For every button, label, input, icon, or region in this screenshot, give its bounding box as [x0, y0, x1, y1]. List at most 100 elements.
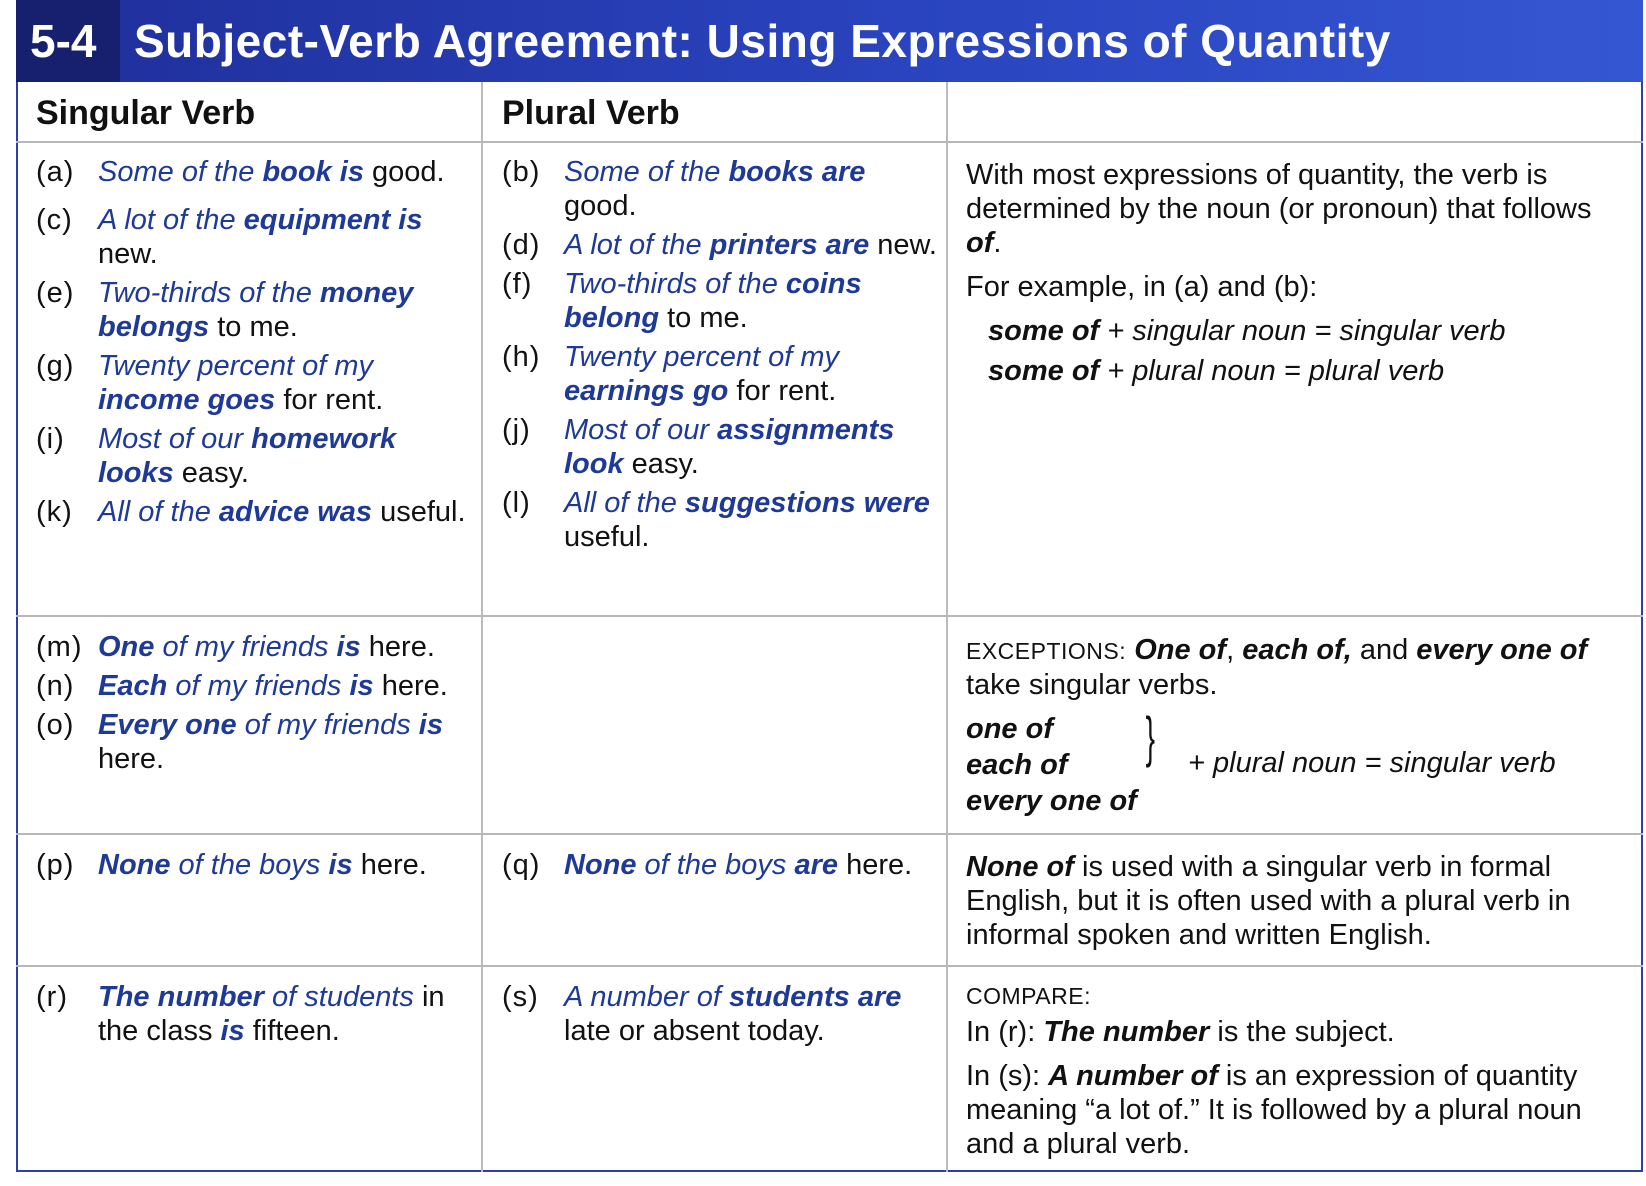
text-fragment: (h): [502, 341, 541, 373]
example-a: (a) Some of the book is good.: [36, 155, 476, 189]
text-fragment: A lot of the: [564, 229, 710, 261]
text-fragment: The number: [1043, 1016, 1210, 1048]
text-fragment: useful.: [372, 496, 466, 528]
text-fragment: COMPARE:: [966, 978, 1626, 1013]
text-fragment: One of: [1134, 634, 1227, 666]
text-fragment: is: [220, 1015, 245, 1047]
text-fragment: here.: [838, 849, 913, 881]
text-fragment: None of is used with a singular verb in …: [966, 850, 1626, 952]
row3-singular-cell: (p) None of the boys is here.: [36, 848, 476, 887]
text-fragment: Some of the: [564, 156, 729, 188]
text-fragment: (a): [36, 156, 75, 188]
row-divider: [16, 615, 1643, 617]
row3-plural-cell: (q) None of the boys are here.: [502, 848, 938, 887]
text-fragment: of the boys: [170, 849, 329, 881]
text-fragment: (b): [502, 156, 541, 188]
text-fragment: None: [98, 849, 171, 881]
row1-singular-cell: (a) Some of the book is good. (c) A lot of…: [36, 155, 476, 534]
text-fragment: Most of our: [98, 423, 252, 455]
text-fragment: of my friends: [154, 631, 337, 663]
row4-plural-cell: (s) A number of students are late or abse…: [502, 980, 938, 1053]
text-fragment: A number of: [1048, 1060, 1218, 1092]
text-fragment: In (r):: [966, 1016, 1044, 1048]
example-c: (c) A lot of the equipment is new.: [36, 203, 476, 271]
text-fragment: + plural noun = singular verb: [1188, 747, 1556, 779]
text-fragment: equipment is: [243, 204, 423, 236]
text-fragment: (p): [36, 849, 75, 881]
row-divider: [16, 965, 1643, 967]
example-i: (i) Most of our homework looks easy.: [36, 422, 476, 490]
text-fragment: are: [794, 849, 839, 881]
text-fragment: (l): [502, 487, 531, 519]
row2-explanation: EXCEPTIONS: One of, each of, and every o…: [966, 633, 1626, 822]
text-fragment: Twenty percent of my: [98, 350, 374, 382]
text-fragment: is: [336, 631, 361, 663]
text-fragment: late or absent today.: [564, 1015, 825, 1047]
column-divider: [946, 82, 948, 1172]
text-fragment: is the subject.: [1209, 1016, 1395, 1048]
text-fragment: is: [349, 670, 374, 702]
example-f: (f) Two-thirds of the coins belong to me.: [502, 267, 938, 335]
text-fragment: A number of: [564, 981, 729, 1013]
text-fragment: each of: [966, 749, 1068, 781]
row3-explanation: None of is used with a singular verb in …: [966, 850, 1626, 962]
text-fragment: each of,: [1242, 634, 1352, 666]
example-o: (o) Every one of my friends is here.: [36, 708, 476, 776]
text-fragment: All of the: [98, 496, 219, 528]
text-fragment: (s): [502, 981, 539, 1013]
text-fragment: (d): [502, 229, 541, 261]
example-k: (k) All of the advice was useful.: [36, 495, 476, 529]
text-fragment: Some of the: [98, 156, 263, 188]
text-fragment: COMPARE:: [966, 983, 1091, 1009]
text-fragment: (f): [502, 268, 533, 300]
text-fragment: Every one: [98, 709, 237, 741]
text-fragment: + singular noun = singular verb: [1099, 315, 1506, 347]
text-fragment: some of: [988, 315, 1100, 347]
example-b: (b) Some of the books are good.: [502, 155, 938, 223]
text-fragment: is: [328, 849, 353, 881]
text-fragment: (k): [36, 496, 73, 528]
text-fragment: take singular verbs.: [966, 669, 1218, 701]
row4-explanation: COMPARE: In (r): The number is the subje…: [966, 978, 1626, 1171]
section-header: 5-4 Subject-Verb Agreement: Using Expres…: [16, 0, 1643, 82]
text-fragment: books are: [728, 156, 866, 188]
text-fragment: + plural noun = plural verb: [1099, 355, 1445, 387]
text-fragment: All of the: [564, 487, 685, 519]
text-fragment: fifteen.: [244, 1015, 340, 1047]
example-l: (l) All of the suggestions were useful.: [502, 486, 938, 554]
text-fragment: Two-thirds of the: [98, 277, 320, 309]
text-fragment: .: [993, 227, 1002, 259]
text-fragment: The number: [98, 981, 264, 1013]
text-fragment: (q): [502, 849, 541, 881]
text-fragment: EXCEPTIONS: One of, each of, and every o…: [966, 633, 1626, 702]
formula-plural: some of + plural noun = plural verb: [966, 354, 1626, 388]
text-fragment: one of: [966, 713, 1053, 745]
exceptions-rule: one of each of every one of } + plural n…: [966, 706, 1626, 822]
chart-page: 5-4 Subject-Verb Agreement: Using Expres…: [16, 0, 1643, 1172]
text-fragment: printers are: [709, 229, 870, 261]
text-fragment: good.: [363, 156, 445, 188]
brace-icon: }: [1145, 705, 1156, 768]
text-fragment: (e): [36, 277, 75, 309]
text-fragment: suggestions were: [684, 487, 930, 519]
example-s: (s) A number of students are late or abse…: [502, 980, 938, 1048]
text-fragment: book is: [262, 156, 364, 188]
text-fragment: Twenty percent of my: [564, 341, 840, 373]
text-fragment: easy.: [173, 457, 249, 489]
section-number: 5-4: [30, 15, 97, 67]
text-fragment: Each: [98, 670, 168, 702]
text-fragment: None: [564, 849, 637, 881]
text-fragment: and: [1351, 634, 1417, 666]
text-fragment: (g): [36, 350, 75, 382]
header-singular-verb: Singular Verb: [36, 94, 256, 132]
row4-singular-cell: (r) The number of students in the class i…: [36, 980, 476, 1053]
text-fragment: (r): [36, 981, 68, 1013]
text-fragment: A lot of the: [98, 204, 244, 236]
text-fragment: EXCEPTIONS:: [966, 638, 1127, 664]
text-fragment: With most expressions of quantity, the v…: [966, 159, 1592, 225]
text-fragment: earnings go: [564, 375, 729, 407]
text-fragment: of: [966, 227, 994, 259]
example-r: (r) The number of students in the class i…: [36, 980, 476, 1048]
example-d: (d) A lot of the printers are new.: [502, 228, 938, 262]
text-fragment: ,: [1226, 634, 1243, 666]
